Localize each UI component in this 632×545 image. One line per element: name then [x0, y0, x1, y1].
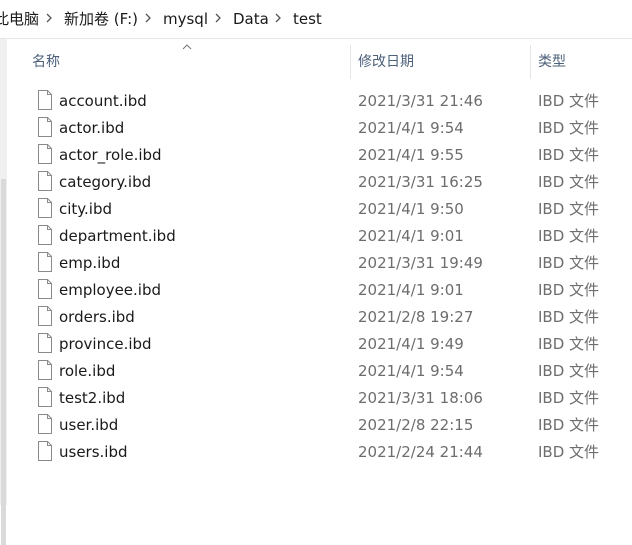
- file-type: IBD 文件: [538, 92, 600, 110]
- file-modified-date: 2021/2/8 22:15: [358, 416, 474, 434]
- file-row[interactable]: actor_role.ibd 2021/4/1 9:55 IBD 文件: [28, 141, 618, 168]
- file-modified-date: 2021/2/8 19:27: [358, 308, 474, 326]
- file-icon: [37, 171, 53, 191]
- file-name: account.ibd: [59, 92, 147, 110]
- breadcrumb-data[interactable]: Data: [233, 9, 269, 29]
- file-type: IBD 文件: [538, 173, 600, 191]
- file-type: IBD 文件: [538, 281, 600, 299]
- file-modified-date: 2021/3/31 16:25: [358, 173, 483, 191]
- file-type: IBD 文件: [538, 146, 600, 164]
- file-row[interactable]: employee.ibd 2021/4/1 9:01 IBD 文件: [28, 276, 618, 303]
- scrollbar-thumb[interactable]: [1, 179, 6, 545]
- file-row[interactable]: users.ibd 2021/2/24 21:44 IBD 文件: [28, 438, 618, 465]
- chevron-right-icon[interactable]: [271, 11, 285, 25]
- file-modified-date: 2021/4/1 9:55: [358, 146, 464, 164]
- sort-up-icon: [182, 44, 192, 50]
- navigation-pane-scrollbar[interactable]: [0, 39, 7, 545]
- file-name: department.ibd: [59, 227, 176, 245]
- file-modified-date: 2021/2/24 21:44: [358, 443, 483, 461]
- file-icon: [37, 117, 53, 137]
- file-modified-date: 2021/3/31 21:46: [358, 92, 483, 110]
- breadcrumb-this-pc[interactable]: 此电脑: [0, 9, 39, 29]
- file-type: IBD 文件: [538, 362, 600, 380]
- file-icon: [37, 306, 53, 326]
- file-icon: [37, 144, 53, 164]
- file-name: actor_role.ibd: [59, 146, 162, 164]
- file-row[interactable]: department.ibd 2021/4/1 9:01 IBD 文件: [28, 222, 618, 249]
- file-type: IBD 文件: [538, 416, 600, 434]
- file-row[interactable]: role.ibd 2021/4/1 9:54 IBD 文件: [28, 357, 618, 384]
- file-modified-date: 2021/4/1 9:49: [358, 335, 464, 353]
- file-name: province.ibd: [59, 335, 152, 353]
- file-type: IBD 文件: [538, 227, 600, 245]
- breadcrumb: 此电脑 新加卷 (F:) mysql Data test: [0, 0, 632, 39]
- file-icon: [37, 414, 53, 434]
- file-type: IBD 文件: [538, 335, 600, 353]
- file-row[interactable]: category.ibd 2021/3/31 16:25 IBD 文件: [28, 168, 618, 195]
- chevron-right-icon[interactable]: [42, 11, 56, 25]
- column-header-row: 名称 修改日期 类型: [0, 39, 632, 81]
- file-type: IBD 文件: [538, 119, 600, 137]
- file-name: role.ibd: [59, 362, 116, 380]
- file-row[interactable]: city.ibd 2021/4/1 9:50 IBD 文件: [28, 195, 618, 222]
- file-type: IBD 文件: [538, 200, 600, 218]
- column-header-date[interactable]: 修改日期: [358, 53, 414, 71]
- file-row[interactable]: user.ibd 2021/2/8 22:15 IBD 文件: [28, 411, 618, 438]
- file-icon: [37, 252, 53, 272]
- file-icon: [37, 360, 53, 380]
- chevron-right-icon[interactable]: [211, 11, 225, 25]
- file-name: test2.ibd: [59, 389, 126, 407]
- file-modified-date: 2021/3/31 18:06: [358, 389, 483, 407]
- file-icon: [37, 387, 53, 407]
- column-header-type[interactable]: 类型: [538, 53, 566, 71]
- file-modified-date: 2021/4/1 9:54: [358, 362, 464, 380]
- breadcrumb-mysql[interactable]: mysql: [163, 9, 208, 29]
- file-icon: [37, 441, 53, 461]
- file-icon: [37, 90, 53, 110]
- file-type: IBD 文件: [538, 254, 600, 272]
- breadcrumb-test[interactable]: test: [293, 9, 322, 29]
- column-divider[interactable]: [350, 45, 351, 79]
- file-name: city.ibd: [59, 200, 113, 218]
- file-name: user.ibd: [59, 416, 119, 434]
- file-icon: [37, 279, 53, 299]
- file-type: IBD 文件: [538, 389, 600, 407]
- file-name: category.ibd: [59, 173, 152, 191]
- file-name: employee.ibd: [59, 281, 162, 299]
- file-row[interactable]: account.ibd 2021/3/31 21:46 IBD 文件: [28, 87, 618, 114]
- file-modified-date: 2021/4/1 9:01: [358, 227, 464, 245]
- file-row[interactable]: test2.ibd 2021/3/31 18:06 IBD 文件: [28, 384, 618, 411]
- file-modified-date: 2021/4/1 9:54: [358, 119, 464, 137]
- file-modified-date: 2021/4/1 9:01: [358, 281, 464, 299]
- file-row[interactable]: actor.ibd 2021/4/1 9:54 IBD 文件: [28, 114, 618, 141]
- file-type: IBD 文件: [538, 308, 600, 326]
- column-header-name[interactable]: 名称: [32, 53, 60, 71]
- file-name: users.ibd: [59, 443, 128, 461]
- file-icon: [37, 333, 53, 353]
- file-name: emp.ibd: [59, 254, 121, 272]
- file-row[interactable]: emp.ibd 2021/3/31 19:49 IBD 文件: [28, 249, 618, 276]
- file-name: actor.ibd: [59, 119, 125, 137]
- file-icon: [37, 225, 53, 245]
- file-row[interactable]: orders.ibd 2021/2/8 19:27 IBD 文件: [28, 303, 618, 330]
- file-row[interactable]: province.ibd 2021/4/1 9:49 IBD 文件: [28, 330, 618, 357]
- file-type: IBD 文件: [538, 443, 600, 461]
- column-divider[interactable]: [530, 45, 531, 79]
- file-modified-date: 2021/4/1 9:50: [358, 200, 464, 218]
- chevron-right-icon[interactable]: [141, 11, 155, 25]
- file-icon: [37, 198, 53, 218]
- breadcrumb-drive-f[interactable]: 新加卷 (F:): [64, 9, 138, 29]
- file-name: orders.ibd: [59, 308, 135, 326]
- file-modified-date: 2021/3/31 19:49: [358, 254, 483, 272]
